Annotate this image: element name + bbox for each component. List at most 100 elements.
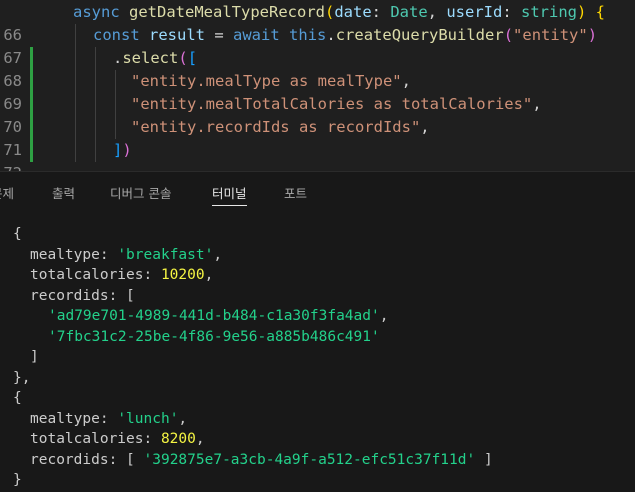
- active-tab-indicator: [212, 205, 247, 206]
- paren-open: (: [324, 3, 335, 21]
- git-change-marker[interactable]: [30, 47, 33, 70]
- code-line-66[interactable]: 66 async getDateMealTypeRecord(date: Dat…: [0, 1, 635, 44]
- bracket-close: ]: [113, 141, 123, 159]
- terminal-line: {: [0, 388, 635, 409]
- keyword-const: const: [93, 26, 140, 44]
- bracket-open: [: [187, 49, 198, 67]
- value-mealtype: 'lunch': [117, 410, 179, 427]
- indent-guide: [95, 93, 96, 116]
- git-change-marker[interactable]: [30, 139, 33, 162]
- indent-guide: [75, 47, 76, 70]
- line-number: 72: [0, 162, 22, 171]
- bracket-close: ]: [475, 451, 493, 468]
- code-line-72[interactable]: 72 ]): [0, 139, 635, 171]
- string-literal: "entity": [513, 26, 588, 44]
- code-editor[interactable]: 66 async getDateMealTypeRecord(date: Dat…: [0, 0, 635, 171]
- dot: .: [326, 26, 336, 44]
- brace-open: {: [13, 390, 22, 406]
- terminal-line: mealtype: 'breakfast',: [0, 245, 635, 266]
- indent-guide: [95, 70, 96, 93]
- value-recordid: '7fbc31c2-25be-4f86-9e56-a885b486c491': [48, 328, 380, 345]
- terminal-line: {: [0, 224, 635, 245]
- tab-output[interactable]: 출력: [52, 183, 75, 202]
- tab-terminal-label: 터미널: [212, 186, 247, 201]
- brace-close: }: [13, 472, 22, 488]
- bracket-open: [: [126, 287, 135, 304]
- string-literal: "entity.recordIds as recordIds": [131, 118, 421, 136]
- panel-tab-bar: 문제 출력 디버그 콘솔 터미널 포트: [0, 172, 635, 210]
- tab-terminal[interactable]: 터미널: [212, 183, 247, 206]
- code-text: ]): [113, 139, 132, 162]
- colon: :: [371, 3, 391, 21]
- method-name: createQueryBuilder: [335, 26, 504, 44]
- comma: ,: [427, 3, 447, 21]
- terminal-line: ]: [0, 347, 635, 368]
- key-recordids: recordids:: [30, 287, 127, 304]
- terminal-line: mealtype: 'lunch',: [0, 409, 635, 430]
- string-literal: "entity.mealTotalCalories as totalCalori…: [131, 95, 533, 113]
- terminal-line: totalcalories: 10200,: [0, 265, 635, 286]
- comma: ,: [204, 267, 214, 283]
- key-totalcalories: totalcalories:: [30, 267, 161, 283]
- terminal-line: },: [0, 368, 635, 389]
- value-recordid: 'ad79e701-4989-441d-b484-c1a30f3fa4ad': [48, 308, 380, 324]
- brace-open: {: [13, 226, 22, 242]
- comma: ,: [178, 410, 188, 427]
- terminal-line: recordids: [: [0, 286, 635, 307]
- key-recordids: recordids:: [30, 451, 127, 468]
- paren-close: ): [587, 26, 598, 44]
- indent-guide: [115, 70, 116, 93]
- git-change-marker[interactable]: [30, 116, 33, 139]
- brace-open: {: [586, 3, 606, 21]
- paren-open: (: [503, 26, 514, 44]
- type-date: Date: [390, 3, 428, 21]
- code-line-69[interactable]: 69 "entity.mealType as mealType",: [0, 70, 635, 113]
- method-name: select: [122, 49, 179, 67]
- bracket-close: ]: [30, 349, 39, 365]
- variable-result: result: [149, 26, 206, 44]
- terminal-line: recordids: [ '392875e7-a3cb-4a9f-a512-ef…: [0, 450, 635, 471]
- terminal-line: }: [0, 470, 635, 491]
- indent-guide: [75, 93, 76, 116]
- method-name: getDateMealTypeRecord: [129, 3, 325, 21]
- value-mealtype: 'breakfast': [117, 246, 214, 263]
- code-text: .select([: [113, 47, 197, 70]
- tab-ports[interactable]: 포트: [284, 183, 307, 202]
- indent-guide: [75, 139, 76, 162]
- terminal-output[interactable]: { mealtype: 'breakfast', totalcalories: …: [0, 224, 635, 492]
- comma: ,: [195, 431, 205, 447]
- keyword-async: async: [73, 3, 120, 21]
- code-text: "entity.mealTotalCalories as totalCalori…: [131, 93, 542, 116]
- code-line-67[interactable]: 67 const result = await this.createQuery…: [0, 24, 635, 67]
- indent-guide: [115, 116, 116, 139]
- key-mealtype: mealtype:: [30, 410, 118, 427]
- code-line-70[interactable]: 70 "entity.mealTotalCalories as totalCal…: [0, 93, 635, 136]
- type-string: string: [521, 3, 577, 21]
- param-date: date: [334, 3, 372, 21]
- indent-guide: [95, 116, 96, 139]
- keyword-this: this: [289, 26, 327, 44]
- tab-problems[interactable]: 문제: [0, 183, 14, 202]
- brace-close: },: [13, 369, 31, 386]
- param-userid: userId: [446, 3, 503, 21]
- indent-guide: [95, 139, 96, 162]
- indent-guide: [115, 93, 116, 116]
- git-change-marker[interactable]: [30, 70, 33, 93]
- code-text: async getDateMealTypeRecord(date: Date, …: [73, 1, 605, 24]
- key-totalcalories: totalcalories:: [30, 431, 161, 447]
- value-totalcalories: 8200: [160, 431, 196, 447]
- indent-guide: [75, 116, 76, 139]
- git-change-marker[interactable]: [30, 93, 33, 116]
- terminal-line: 'ad79e701-4989-441d-b484-c1a30f3fa4ad',: [0, 306, 635, 327]
- tab-debug-console[interactable]: 디버그 콘솔: [110, 183, 171, 202]
- code-line-71[interactable]: 71 "entity.recordIds as recordIds",: [0, 116, 635, 159]
- code-line-68[interactable]: 68 .select([: [0, 47, 635, 90]
- value-recordid: '392875e7-a3cb-4a9f-a512-efc51c37f11d': [143, 451, 476, 468]
- comma: ,: [401, 72, 411, 90]
- string-literal: "entity.mealType as mealType": [131, 72, 402, 90]
- keyword-await: await: [233, 26, 280, 44]
- code-text: "entity.mealType as mealType",: [131, 70, 411, 93]
- colon: :: [502, 3, 521, 21]
- indent-guide: [75, 70, 76, 93]
- indent-guide: [75, 24, 76, 47]
